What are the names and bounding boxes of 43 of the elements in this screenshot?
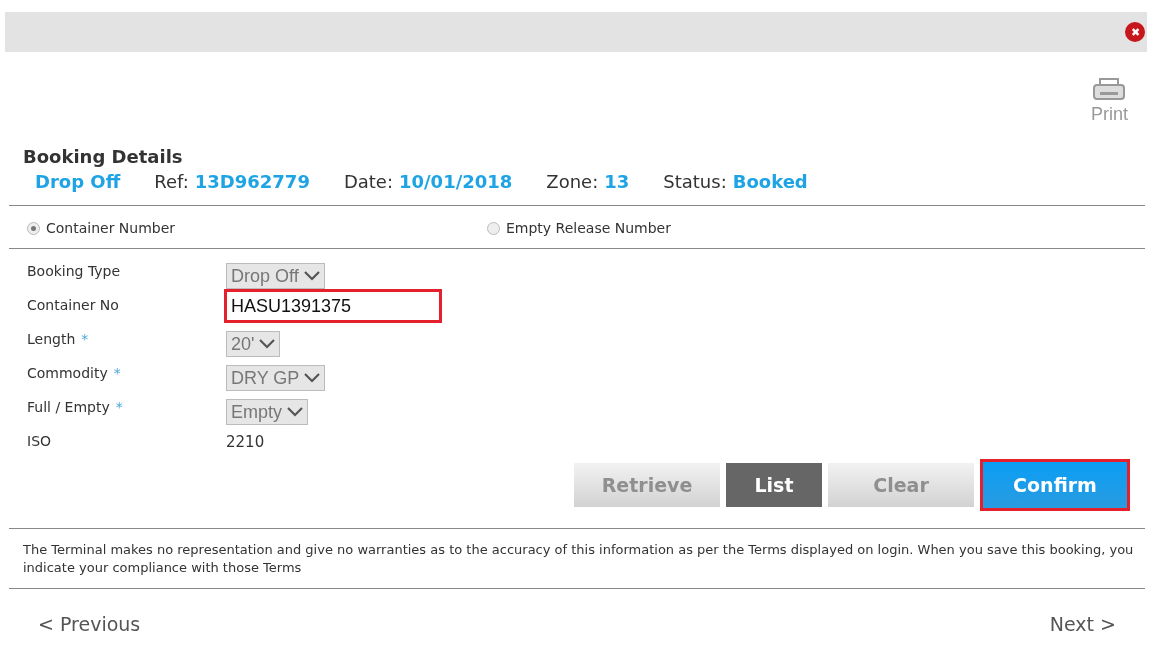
action-button[interactable]: Retrieve: [574, 463, 720, 507]
section-title: Booking Details: [23, 146, 184, 167]
printer-icon: [1092, 78, 1127, 102]
action-button[interactable]: Confirm: [980, 459, 1130, 511]
field-label: ISO: [27, 433, 52, 449]
action-button[interactable]: List: [726, 463, 822, 507]
chevron-down-icon: [303, 271, 320, 281]
chevron-down-icon: [259, 339, 276, 349]
required-mark: *: [81, 331, 89, 347]
dropdown[interactable]: Empty: [226, 399, 308, 425]
summary-value: Booked: [732, 171, 808, 192]
dropdown[interactable]: 20': [226, 331, 281, 357]
chevron-down-icon: [287, 407, 303, 417]
previous-link[interactable]: < Previous: [38, 613, 141, 635]
required-mark: *: [115, 399, 123, 415]
action-button[interactable]: Clear: [828, 463, 974, 507]
radio-option[interactable]: Empty Release Number: [487, 220, 947, 236]
required-mark: *: [113, 365, 121, 381]
summary-label: Status:: [663, 171, 727, 192]
input-field[interactable]: HASU1391375: [226, 291, 440, 321]
summary-value: 13D962779: [194, 171, 310, 192]
field-label: Length: [27, 331, 76, 347]
field-label: Container No: [27, 297, 119, 313]
summary-label: Zone:: [546, 171, 599, 192]
print-button[interactable]: Print: [1091, 78, 1128, 128]
summary-value: 13: [604, 171, 630, 192]
dropdown[interactable]: DRY GP: [226, 365, 326, 391]
dropdown[interactable]: Drop Off: [226, 263, 325, 289]
next-link[interactable]: Next >: [1049, 613, 1116, 635]
summary-label: Ref:: [154, 171, 189, 192]
field-label: Commodity: [27, 365, 108, 381]
chevron-down-icon: [304, 373, 321, 383]
summary-value: 10/01/2018: [399, 171, 513, 192]
close-button[interactable]: ✖: [1125, 22, 1145, 42]
field-value: 2210: [226, 433, 265, 451]
radio-icon[interactable]: [27, 221, 40, 235]
radio-icon[interactable]: [487, 221, 500, 235]
field-label: Booking Type: [27, 263, 121, 279]
summary-label: Date:: [343, 171, 393, 192]
disclaimer-text: The Terminal makes no representation and give no warranties as to the accuracy of this information as per the Terms displayed on login. When you save this booking, you indicate your compliance with those Terms: [23, 541, 1134, 577]
summary-value: Drop Off: [35, 171, 121, 192]
radio-option[interactable]: Container Number: [27, 220, 487, 236]
field-label: Full / Empty: [27, 399, 110, 415]
